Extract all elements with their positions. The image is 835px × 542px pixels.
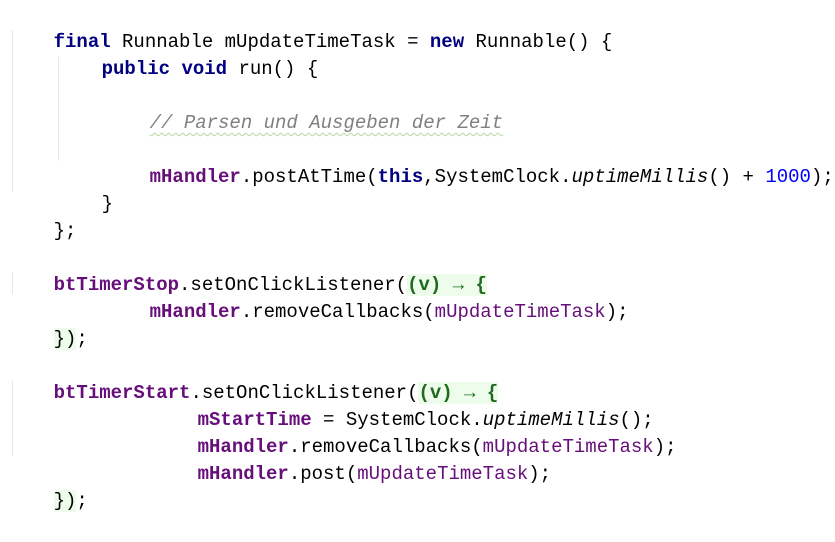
method-call: uptimeMillis xyxy=(571,166,709,188)
code-line-10[interactable]: btTimerStart.setOnClickListener((v) → { xyxy=(8,353,499,404)
code-line-2[interactable]: public void run() { xyxy=(56,29,319,80)
code-line-7[interactable]: btTimerStop.setOnClickListener((v) → { xyxy=(8,245,487,296)
code-text: () + xyxy=(708,166,766,188)
code-line-1[interactable]: final Runnable mUpdateTimeTask = new Run… xyxy=(8,2,613,53)
code-text: .postAtTime( xyxy=(240,166,378,188)
brace-highlight: }) xyxy=(53,328,77,350)
field-reference: mHandler xyxy=(197,463,289,485)
code-line-8[interactable]: mHandler.removeCallbacks(mUpdateTimeTask… xyxy=(104,272,629,323)
keyword: public xyxy=(101,58,171,80)
code-text: .post( xyxy=(288,463,358,485)
code-text: }; xyxy=(53,220,77,242)
field-reference: mHandler xyxy=(149,166,241,188)
code-text: } xyxy=(101,193,114,215)
number-literal: 1000 xyxy=(765,166,811,188)
code-line-12[interactable]: mHandler.removeCallbacks(mUpdateTimeTask… xyxy=(152,407,677,458)
code-text: Runnable() { xyxy=(464,31,613,53)
code-line-14[interactable]: }); xyxy=(8,461,88,512)
code-text: ; xyxy=(76,328,88,350)
field-reference: mHandler xyxy=(149,301,241,323)
code-editor[interactable]: final Runnable mUpdateTimeTask = new Run… xyxy=(0,0,835,512)
code-line-11[interactable]: mStartTime = SystemClock.uptimeMillis(); xyxy=(152,380,654,431)
code-text: run() { xyxy=(227,58,319,80)
code-text: ); xyxy=(528,463,552,485)
keyword: this xyxy=(377,166,424,188)
code-comment: // Parsen und Ausgeben der Zeit xyxy=(149,112,504,134)
variable-reference: mUpdateTimeTask xyxy=(434,301,606,323)
code-line-4[interactable]: mHandler.postAtTime(this,SystemClock.upt… xyxy=(104,137,834,188)
variable-reference: mUpdateTimeTask xyxy=(357,463,529,485)
keyword: new xyxy=(429,31,465,53)
code-line-13[interactable]: mHandler.post(mUpdateTimeTask); xyxy=(152,434,551,485)
code-line-3[interactable]: // Parsen und Ausgeben der Zeit xyxy=(104,83,503,134)
code-line-9[interactable]: }); xyxy=(8,299,88,350)
code-text: .removeCallbacks( xyxy=(240,301,435,323)
code-line-6[interactable]: }; xyxy=(8,191,77,242)
code-line-5[interactable]: } xyxy=(56,164,113,215)
code-text: ; xyxy=(76,490,88,512)
code-text: ); xyxy=(605,301,629,323)
code-text: ,SystemClock. xyxy=(423,166,572,188)
code-text: ); xyxy=(653,436,677,458)
keyword: void xyxy=(181,58,228,80)
code-text: ); xyxy=(810,166,834,188)
brace-highlight: }) xyxy=(53,490,77,512)
